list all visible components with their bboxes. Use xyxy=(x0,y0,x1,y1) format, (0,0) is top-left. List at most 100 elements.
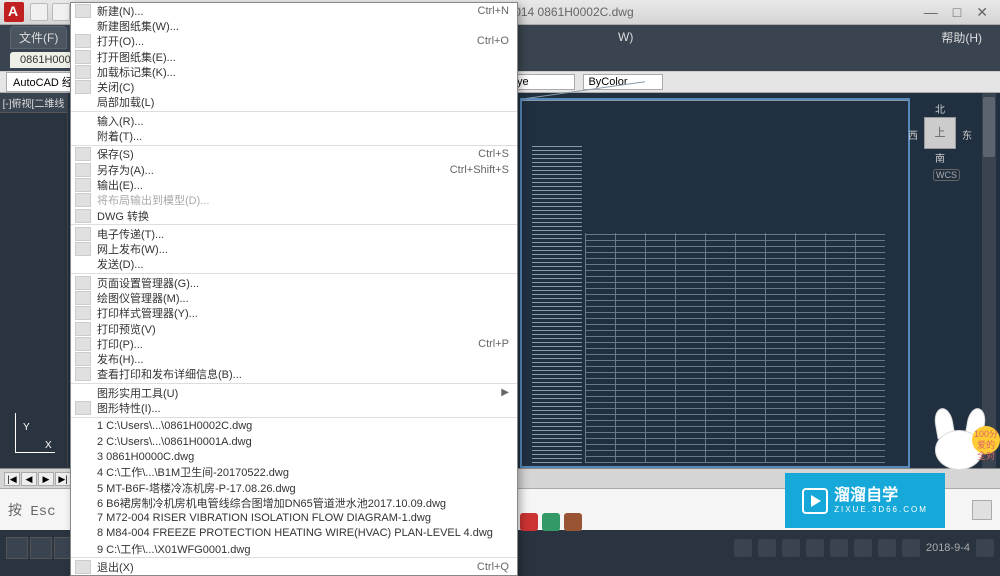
file-menu-item[interactable]: 1 C:\Users\...\0861H0002C.dwg xyxy=(71,419,517,434)
menu-item-label: 发送(D)... xyxy=(97,256,509,272)
file-menu-item[interactable]: 图形实用工具(U)▶ xyxy=(71,385,517,400)
menu-item-icon xyxy=(75,95,91,109)
tray-icon[interactable] xyxy=(854,539,872,557)
menu-item-icon xyxy=(75,511,91,525)
menu-item-label: 5 MT-B6F-塔楼冷冻机房-P-17.08.26.dwg xyxy=(97,480,509,496)
tray-icon[interactable] xyxy=(758,539,776,557)
menu-item-icon xyxy=(75,257,91,271)
menu-item-label: 打印预览(V) xyxy=(97,321,509,337)
viewcube-top-face[interactable]: 上 xyxy=(924,117,956,149)
file-menu-item[interactable]: 附着(T)... xyxy=(71,128,517,143)
file-menu-item[interactable]: 打开(O)...Ctrl+O xyxy=(71,34,517,49)
file-menu-item[interactable]: 保存(S)Ctrl+S xyxy=(71,147,517,162)
file-menu-item[interactable]: 局部加载(L) xyxy=(71,95,517,110)
file-menu-item[interactable]: 关闭(C) xyxy=(71,79,517,94)
viewcube-west[interactable]: 西 xyxy=(908,127,918,142)
menu-item-label: 局部加载(L) xyxy=(97,94,509,110)
tray-icon[interactable] xyxy=(830,539,848,557)
menu-help[interactable]: 帮助(H) xyxy=(933,27,990,48)
sb-windows-icon[interactable] xyxy=(6,537,28,559)
file-menu-item[interactable]: 4 C:\工作\...\B1M卫生间-20170522.dwg xyxy=(71,465,517,480)
file-menu-item[interactable]: 5 MT-B6F-塔楼冷冻机房-P-17.08.26.dwg xyxy=(71,480,517,495)
menu-item-icon xyxy=(75,34,91,48)
menu-item-icon xyxy=(75,80,91,94)
close-button[interactable]: ✕ xyxy=(976,4,988,21)
file-menu-item[interactable]: 查看打印和发布详细信息(B)... xyxy=(71,367,517,382)
command-history-icon[interactable] xyxy=(972,500,992,520)
file-menu-item[interactable]: 发布(H)... xyxy=(71,352,517,367)
menu-item-label: 另存为(A)... xyxy=(97,162,430,178)
minimize-button[interactable]: — xyxy=(924,4,938,21)
sb-grid-icon[interactable] xyxy=(30,537,52,559)
viewcube-north[interactable]: 北 xyxy=(935,101,945,116)
file-menu-item[interactable]: 页面设置管理器(G)... xyxy=(71,275,517,290)
menu-item-icon xyxy=(75,163,91,177)
file-menu-item[interactable]: 新建图纸集(W)... xyxy=(71,18,517,33)
app-icon[interactable] xyxy=(542,513,560,531)
file-menu-item[interactable]: 2 C:\Users\...\0861H0001A.dwg xyxy=(71,434,517,449)
maximize-button[interactable]: □ xyxy=(953,4,961,21)
brand-title: 溜溜自学 xyxy=(834,487,928,505)
taskbar-app-icons xyxy=(520,513,582,531)
menu-file[interactable]: 文件(F) xyxy=(10,26,67,49)
scrollbar-thumb[interactable] xyxy=(983,97,995,157)
file-menu-item[interactable]: 网上发布(W)... xyxy=(71,241,517,256)
file-menu-item[interactable]: 打开图纸集(E)... xyxy=(71,49,517,64)
menu-item-label: 3 0861H0000C.dwg xyxy=(97,451,509,463)
tray-icon[interactable] xyxy=(902,539,920,557)
file-menu-item[interactable]: 输入(R)... xyxy=(71,113,517,128)
menu-item-label: 查看打印和发布详细信息(B)... xyxy=(97,366,509,382)
file-menu-item[interactable]: 6 B6裙房制冷机房机电管线综合图增加DN65管道泄水池2017.10.09.d… xyxy=(71,495,517,510)
qat-open-icon[interactable] xyxy=(52,3,70,21)
file-menu-item[interactable]: 另存为(A)...Ctrl+Shift+S xyxy=(71,162,517,177)
tray-icon[interactable] xyxy=(878,539,896,557)
app-icon[interactable] xyxy=(564,513,582,531)
menu-item-icon xyxy=(75,114,91,128)
layout-nav-next[interactable]: ▶ xyxy=(38,472,54,486)
file-menu-item[interactable]: 输出(E)... xyxy=(71,177,517,192)
qat-new-icon[interactable] xyxy=(30,3,48,21)
drawing-content xyxy=(532,143,582,463)
menu-item-label: 页面设置管理器(G)... xyxy=(97,275,509,291)
file-menu-item: 将布局输出到模型(D)... xyxy=(71,193,517,208)
file-menu-item[interactable]: 发送(D)... xyxy=(71,257,517,272)
file-menu-item[interactable]: 3 0861H0000C.dwg xyxy=(71,449,517,464)
file-menu-item[interactable]: 图形特性(I)... xyxy=(71,400,517,415)
file-menu-item[interactable]: 退出(X)Ctrl+Q xyxy=(71,559,517,574)
wcs-label[interactable]: WCS xyxy=(933,169,960,181)
menu-item-icon xyxy=(75,291,91,305)
file-menu-item[interactable]: 9 C:\工作\...\X01WFG0001.dwg xyxy=(71,541,517,556)
file-menu-item[interactable]: 加载标记集(K)... xyxy=(71,64,517,79)
tray-icon[interactable] xyxy=(782,539,800,557)
menu-item-icon xyxy=(75,386,91,400)
menu-item-label: 保存(S) xyxy=(97,146,458,162)
view-cube[interactable]: 上 北 南 东 西 xyxy=(910,103,970,163)
file-menu-item[interactable]: 7 M72-004 RISER VIBRATION ISOLATION FLOW… xyxy=(71,511,517,526)
layout-nav-last[interactable]: ▶| xyxy=(55,472,71,486)
layout-nav-prev[interactable]: ◀ xyxy=(21,472,37,486)
menu-item-icon xyxy=(75,337,91,351)
file-menu-item[interactable]: 8 M84-004 FREEZE PROTECTION HEATING WIRE… xyxy=(71,526,517,541)
viewcube-south[interactable]: 南 xyxy=(935,150,945,165)
file-menu-item[interactable]: 绘图仪管理器(M)... xyxy=(71,290,517,305)
file-menu-item[interactable]: 新建(N)...Ctrl+N xyxy=(71,3,517,18)
file-menu-item[interactable]: 打印(P)...Ctrl+P xyxy=(71,336,517,351)
tray-icon[interactable] xyxy=(806,539,824,557)
layout-nav-first[interactable]: |◀ xyxy=(4,472,20,486)
file-menu-item[interactable]: 打印预览(V) xyxy=(71,321,517,336)
file-menu-item[interactable]: 打印样式管理器(Y)... xyxy=(71,306,517,321)
menu-item-icon xyxy=(75,419,91,433)
menu-item-label: 关闭(C) xyxy=(97,79,509,95)
view-tab[interactable]: [-]俯视[二维线 xyxy=(0,93,67,113)
file-menu-item[interactable]: DWG 转换 xyxy=(71,208,517,223)
file-menu-item[interactable]: 电子传递(T)... xyxy=(71,226,517,241)
notification-icon[interactable] xyxy=(976,539,994,557)
menu-item-icon xyxy=(75,352,91,366)
menu-item-label: 电子传递(T)... xyxy=(97,226,509,242)
menu-item-icon xyxy=(75,542,91,556)
tray-icon[interactable] xyxy=(734,539,752,557)
menu-separator xyxy=(71,417,517,418)
viewcube-east[interactable]: 东 xyxy=(962,127,972,142)
app-icon[interactable] xyxy=(520,513,538,531)
app-logo-icon[interactable] xyxy=(4,2,24,22)
